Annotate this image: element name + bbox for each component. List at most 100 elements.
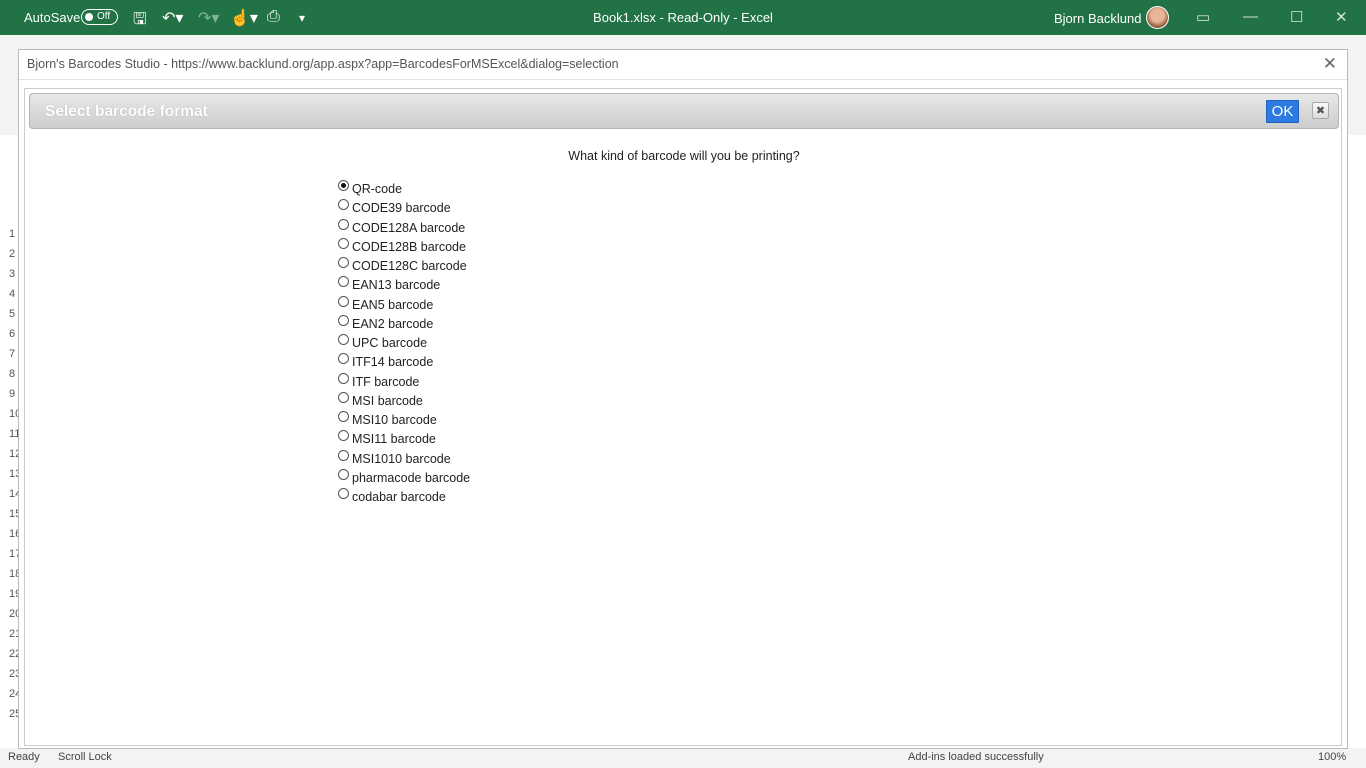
barcode-option[interactable]: MSI11 barcode bbox=[338, 429, 470, 448]
row-header[interactable]: 7 bbox=[0, 348, 18, 368]
barcode-option[interactable]: MSI barcode bbox=[338, 391, 470, 410]
barcode-option[interactable]: EAN2 barcode bbox=[338, 314, 470, 333]
row-header[interactable]: 8 bbox=[0, 368, 18, 388]
divider bbox=[19, 79, 1347, 80]
row-header[interactable]: 2 bbox=[0, 248, 18, 268]
status-scroll-lock: Scroll Lock bbox=[58, 751, 112, 763]
barcode-option-label: MSI1010 barcode bbox=[352, 451, 451, 466]
avatar[interactable] bbox=[1146, 6, 1169, 29]
undo-icon[interactable]: ↶▾ bbox=[162, 8, 183, 28]
row-header[interactable]: 15 bbox=[0, 508, 21, 528]
row-header[interactable]: 13 bbox=[0, 468, 21, 488]
autosave-toggle[interactable]: Off bbox=[81, 9, 118, 25]
barcode-option-label: CODE39 barcode bbox=[352, 201, 451, 216]
row-header[interactable]: 12 bbox=[0, 448, 21, 468]
row-header[interactable]: 14 bbox=[0, 488, 21, 508]
barcode-option-label: QR-code bbox=[352, 182, 403, 196]
customize-qat-icon[interactable]: ▾ bbox=[299, 11, 305, 25]
close-icon[interactable]: ✕ bbox=[1323, 54, 1337, 74]
status-zoom[interactable]: 100% bbox=[1318, 751, 1346, 763]
radio-button[interactable] bbox=[338, 180, 349, 191]
row-header[interactable]: 11 bbox=[0, 428, 20, 448]
barcode-option[interactable]: CODE128C barcode bbox=[338, 256, 470, 275]
row-header[interactable]: 22 bbox=[0, 648, 21, 668]
barcode-option[interactable]: CODE128A barcode bbox=[338, 218, 470, 237]
close-icon[interactable]: ✖ bbox=[1312, 102, 1329, 119]
radio-button[interactable] bbox=[338, 237, 349, 249]
radio-button[interactable] bbox=[338, 257, 349, 268]
barcode-option[interactable]: EAN13 barcode bbox=[338, 275, 470, 294]
row-header[interactable]: 6 bbox=[0, 328, 18, 348]
autosave-label: AutoSave bbox=[24, 10, 81, 25]
maximize-icon[interactable]: ☐ bbox=[1290, 8, 1303, 26]
minimize-icon[interactable]: — bbox=[1243, 8, 1258, 25]
barcode-option-label: EAN2 barcode bbox=[352, 316, 434, 331]
barcode-option[interactable]: CODE39 barcode bbox=[338, 198, 470, 217]
redo-icon[interactable]: ↷▾ bbox=[198, 8, 219, 28]
radio-button[interactable] bbox=[338, 488, 349, 499]
barcode-option-label: UPC barcode bbox=[352, 336, 428, 350]
barcode-option[interactable]: MSI1010 barcode bbox=[338, 449, 470, 468]
radio-button[interactable] bbox=[338, 411, 349, 422]
radio-button[interactable] bbox=[338, 372, 349, 384]
radio-button[interactable] bbox=[338, 218, 349, 230]
radio-button[interactable] bbox=[338, 430, 349, 442]
user-name[interactable]: Bjorn Backlund bbox=[1054, 11, 1141, 26]
radio-button[interactable] bbox=[338, 468, 349, 480]
row-header[interactable]: 23 bbox=[0, 668, 21, 688]
barcode-option[interactable]: QR-code bbox=[338, 179, 470, 198]
barcode-option-label: CODE128A barcode bbox=[352, 220, 466, 235]
row-headers: 1 2 3 4 5 6 7 8 9 10 11 12 13 14 15 16 17 18 19 20 21 22 23 24 2… bbox=[0, 228, 21, 728]
row-header[interactable]: 25 bbox=[0, 708, 21, 728]
touch-mode-icon[interactable]: ☝▾ bbox=[230, 8, 258, 28]
radio-button[interactable] bbox=[338, 199, 349, 211]
row-header[interactable]: 21 bbox=[0, 628, 21, 648]
status-ready: Ready bbox=[8, 751, 40, 763]
row-header[interactable]: 19 bbox=[0, 588, 21, 608]
excel-title-bar: AutoSave Off 🖫 ↶▾ ↷▾ ☝▾ ⎙ ▾ Book1.xlsx -… bbox=[0, 0, 1366, 35]
ribbon-display-icon[interactable]: ▭ bbox=[1196, 8, 1210, 26]
toggle-knob bbox=[85, 13, 93, 21]
barcode-option-label: EAN5 barcode bbox=[352, 297, 434, 312]
radio-button[interactable] bbox=[338, 295, 349, 307]
row-header[interactable]: 9 bbox=[0, 388, 18, 408]
row-header[interactable]: 16 bbox=[0, 528, 21, 548]
radio-button[interactable] bbox=[338, 276, 349, 288]
barcode-option[interactable]: pharmacode barcode bbox=[338, 468, 470, 487]
row-header[interactable]: 17 bbox=[0, 548, 21, 568]
barcode-option[interactable]: codabar barcode bbox=[338, 487, 470, 506]
barcode-question: What kind of barcode will you be printin… bbox=[568, 149, 800, 163]
dialog-header-title: Select barcode format bbox=[45, 103, 208, 120]
row-header[interactable]: 1 bbox=[0, 228, 18, 248]
barcode-option[interactable]: ITF14 barcode bbox=[338, 352, 470, 371]
radio-button[interactable] bbox=[338, 314, 349, 326]
barcode-option-label: pharmacode barcode bbox=[352, 470, 471, 485]
save-icon[interactable]: 🖫 bbox=[133, 8, 147, 35]
window-close-icon[interactable]: ✕ bbox=[1335, 8, 1348, 26]
form-icon[interactable]: ⎙ bbox=[267, 8, 280, 26]
radio-button[interactable] bbox=[338, 449, 349, 461]
row-header[interactable]: 5 bbox=[0, 308, 18, 328]
row-header[interactable]: 20 bbox=[0, 608, 21, 628]
barcode-option[interactable]: EAN5 barcode bbox=[338, 295, 470, 314]
barcode-option-label: ITF barcode bbox=[352, 374, 420, 389]
barcode-dialog: Bjorn's Barcodes Studio - https://www.ba… bbox=[18, 49, 1348, 749]
row-header[interactable]: 18 bbox=[0, 568, 21, 588]
autosave-state: Off bbox=[97, 11, 111, 22]
radio-button[interactable] bbox=[338, 353, 349, 365]
status-bar: Ready Scroll Lock Add-ins loaded success… bbox=[0, 748, 1366, 768]
radio-button[interactable] bbox=[338, 334, 349, 345]
barcode-option-label: codabar barcode bbox=[352, 490, 446, 504]
barcode-option-label: CODE128C barcode bbox=[352, 259, 467, 273]
row-header[interactable]: 10 bbox=[0, 408, 21, 428]
row-header[interactable]: 24 bbox=[0, 688, 21, 708]
ok-button[interactable]: OK bbox=[1266, 100, 1299, 123]
barcode-option[interactable]: UPC barcode bbox=[338, 333, 470, 352]
barcode-option[interactable]: MSI10 barcode bbox=[338, 410, 470, 429]
barcode-option[interactable]: ITF barcode bbox=[338, 372, 470, 391]
radio-button[interactable] bbox=[338, 391, 349, 403]
row-header[interactable]: 3 bbox=[0, 268, 18, 288]
barcode-option[interactable]: CODE128B barcode bbox=[338, 237, 470, 256]
dialog-frame-title: Bjorn's Barcodes Studio - https://www.ba… bbox=[27, 57, 619, 71]
row-header[interactable]: 4 bbox=[0, 288, 18, 308]
